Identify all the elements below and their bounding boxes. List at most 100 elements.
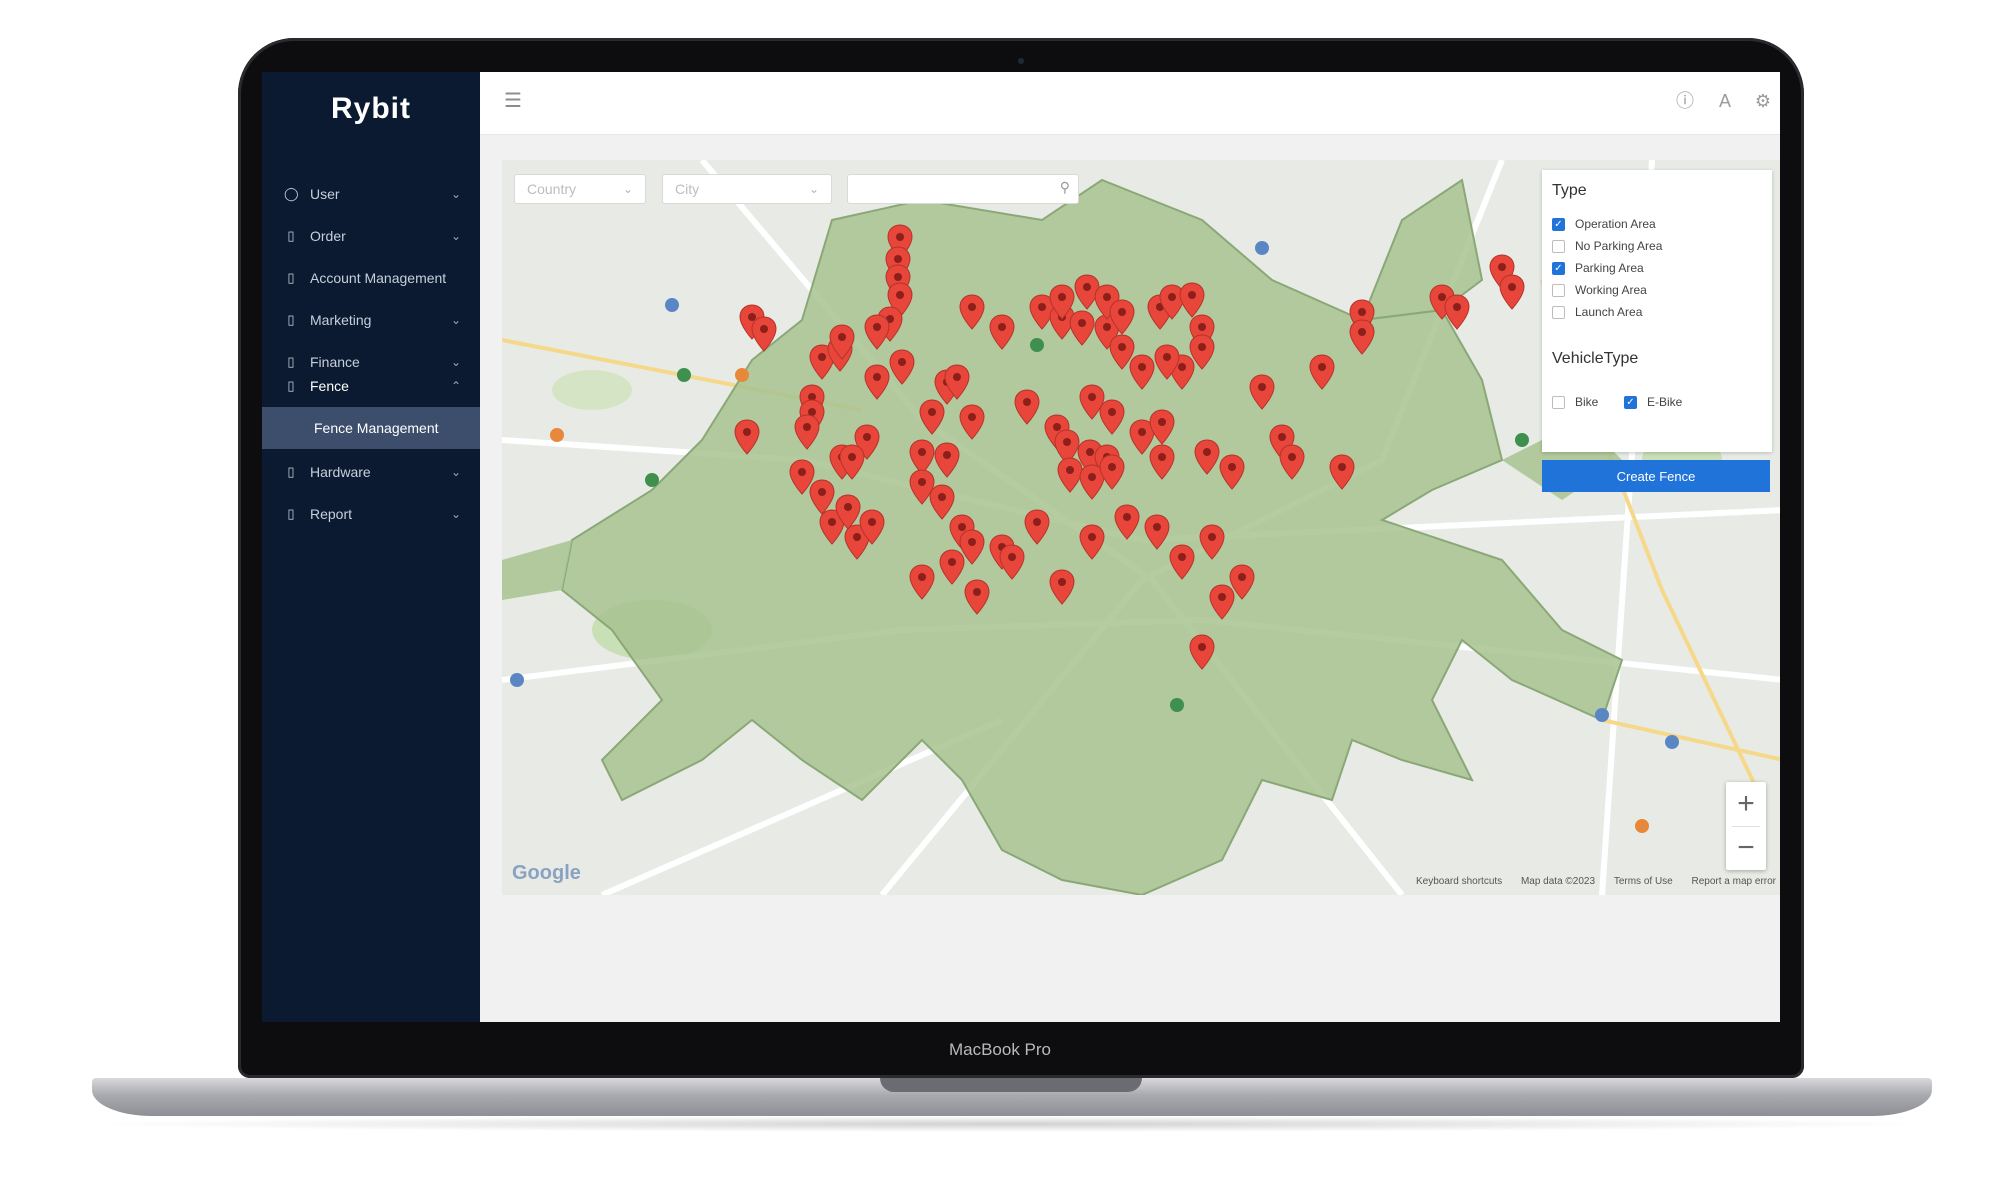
create-fence-button[interactable]: Create Fence bbox=[1542, 460, 1770, 492]
map-marker-icon[interactable] bbox=[959, 294, 985, 330]
map-data-text: Map data ©2023 bbox=[1520, 876, 1596, 887]
report-error-link[interactable]: Report a map error bbox=[1692, 876, 1776, 887]
sidebar-item-hardware[interactable]: ▯ Hardware ⌄ bbox=[262, 452, 480, 492]
font-size-icon[interactable]: A bbox=[1714, 90, 1736, 112]
type-option-parking-area[interactable]: ✓ Parking Area bbox=[1552, 258, 1644, 278]
map-marker-icon[interactable] bbox=[1249, 374, 1275, 410]
zoom-out-button[interactable]: − bbox=[1726, 826, 1766, 870]
map-marker-icon[interactable] bbox=[1179, 282, 1205, 318]
map[interactable]: Country ⌄ City ⌄ ⚲ Type ✓ Operation Area… bbox=[502, 160, 1780, 895]
map-marker-icon[interactable] bbox=[794, 414, 820, 450]
map-marker-icon[interactable] bbox=[964, 579, 990, 615]
map-marker-icon[interactable] bbox=[1194, 439, 1220, 475]
chevron-up-icon: ⌃ bbox=[450, 379, 462, 393]
map-marker-icon[interactable] bbox=[939, 549, 965, 585]
help-icon[interactable]: ⓘ bbox=[1674, 90, 1696, 112]
map-marker-icon[interactable] bbox=[1219, 454, 1245, 490]
checkbox[interactable] bbox=[1552, 305, 1565, 319]
map-marker-icon[interactable] bbox=[1329, 454, 1355, 490]
sidebar-item-fence[interactable]: ▯ Fence ⌃ bbox=[262, 366, 480, 406]
map-marker-icon[interactable] bbox=[919, 399, 945, 435]
content-footer-area bbox=[480, 895, 1780, 1022]
document-icon: ▯ bbox=[287, 378, 295, 393]
zoom-in-button[interactable]: + bbox=[1726, 782, 1766, 826]
map-marker-icon[interactable] bbox=[1499, 274, 1525, 310]
map-marker-icon[interactable] bbox=[734, 419, 760, 455]
zoom-control: + − bbox=[1726, 782, 1766, 870]
checkbox[interactable] bbox=[1552, 395, 1565, 409]
map-marker-icon[interactable] bbox=[1114, 504, 1140, 540]
type-option-no-parking-area[interactable]: No Parking Area bbox=[1552, 236, 1662, 256]
search-input[interactable] bbox=[856, 175, 1050, 205]
map-marker-icon[interactable] bbox=[1049, 284, 1075, 320]
vehicle-option-label: E-Bike bbox=[1647, 395, 1683, 409]
chevron-down-icon: ⌄ bbox=[450, 465, 462, 479]
map-marker-icon[interactable] bbox=[1099, 399, 1125, 435]
map-marker-icon[interactable] bbox=[944, 364, 970, 400]
map-marker-icon[interactable] bbox=[751, 316, 777, 352]
map-marker-icon[interactable] bbox=[999, 544, 1025, 580]
brand-logo: Rybit bbox=[331, 92, 411, 125]
map-marker-icon[interactable] bbox=[1349, 319, 1375, 355]
city-select[interactable]: City ⌄ bbox=[662, 174, 832, 204]
sidebar-item-marketing[interactable]: ▯ Marketing ⌄ bbox=[262, 300, 480, 340]
checkbox[interactable] bbox=[1552, 283, 1565, 297]
sidebar-item-label: Marketing bbox=[310, 312, 372, 328]
menu-toggle-icon[interactable]: ☰ bbox=[504, 90, 526, 112]
map-marker-icon[interactable] bbox=[1014, 389, 1040, 425]
chevron-down-icon: ⌄ bbox=[450, 507, 462, 521]
map-marker-icon[interactable] bbox=[934, 442, 960, 478]
document-icon: ▯ bbox=[287, 228, 295, 243]
checkbox[interactable] bbox=[1552, 239, 1565, 253]
map-marker-icon[interactable] bbox=[1154, 344, 1180, 380]
map-marker-icon[interactable] bbox=[864, 314, 890, 350]
map-marker-icon[interactable] bbox=[829, 324, 855, 360]
search-icon[interactable]: ⚲ bbox=[1060, 179, 1070, 196]
map-marker-icon[interactable] bbox=[1279, 444, 1305, 480]
sidebar-item-user[interactable]: ◯ User ⌄ bbox=[262, 174, 480, 214]
checkbox-checked[interactable]: ✓ bbox=[1552, 261, 1565, 275]
checkbox-checked[interactable]: ✓ bbox=[1624, 395, 1637, 409]
fence-filter-panel: Type ✓ Operation Area No Parking Area ✓ … bbox=[1542, 170, 1772, 452]
type-option-operation-area[interactable]: ✓ Operation Area bbox=[1552, 214, 1656, 234]
vehicle-option-bike[interactable]: Bike bbox=[1552, 392, 1598, 412]
map-marker-icon[interactable] bbox=[1129, 354, 1155, 390]
type-option-label: Operation Area bbox=[1575, 217, 1656, 231]
country-select-placeholder: Country bbox=[527, 181, 577, 197]
map-marker-icon[interactable] bbox=[1199, 524, 1225, 560]
map-marker-icon[interactable] bbox=[1024, 509, 1050, 545]
vehicle-option-e-bike[interactable]: ✓ E-Bike bbox=[1624, 392, 1682, 412]
checkbox-checked[interactable]: ✓ bbox=[1552, 217, 1565, 231]
type-option-launch-area[interactable]: Launch Area bbox=[1552, 302, 1642, 322]
sidebar-item-report[interactable]: ▯ Report ⌄ bbox=[262, 494, 480, 534]
map-marker-icon[interactable] bbox=[989, 314, 1015, 350]
map-marker-icon[interactable] bbox=[1169, 544, 1195, 580]
map-marker-icon[interactable] bbox=[1189, 634, 1215, 670]
map-marker-icon[interactable] bbox=[889, 349, 915, 385]
map-marker-icon[interactable] bbox=[1144, 514, 1170, 550]
city-select-placeholder: City bbox=[675, 181, 700, 197]
map-marker-icon[interactable] bbox=[1109, 299, 1135, 335]
terms-link[interactable]: Terms of Use bbox=[1614, 876, 1673, 887]
sidebar-item-order[interactable]: ▯ Order ⌄ bbox=[262, 216, 480, 256]
settings-icon[interactable]: ⚙ bbox=[1752, 90, 1774, 112]
map-marker-icon[interactable] bbox=[1149, 409, 1175, 445]
map-marker-icon[interactable] bbox=[1309, 354, 1335, 390]
keyboard-shortcuts-link[interactable]: Keyboard shortcuts bbox=[1416, 876, 1502, 887]
map-marker-icon[interactable] bbox=[1444, 294, 1470, 330]
country-select[interactable]: Country ⌄ bbox=[514, 174, 646, 204]
sidebar-subitem-fence-management[interactable]: Fence Management bbox=[262, 407, 480, 449]
map-marker-icon[interactable] bbox=[864, 364, 890, 400]
map-marker-icon[interactable] bbox=[1049, 569, 1075, 605]
map-marker-icon[interactable] bbox=[1209, 584, 1235, 620]
map-marker-icon[interactable] bbox=[859, 509, 885, 545]
map-marker-icon[interactable] bbox=[1149, 444, 1175, 480]
map-marker-icon[interactable] bbox=[959, 404, 985, 440]
sidebar-item-account-management[interactable]: ▯ Account Management bbox=[262, 258, 480, 298]
type-option-working-area[interactable]: Working Area bbox=[1552, 280, 1647, 300]
map-marker-icon[interactable] bbox=[909, 564, 935, 600]
map-marker-icon[interactable] bbox=[839, 444, 865, 480]
sidebar-item-label: Hardware bbox=[310, 464, 371, 480]
map-marker-icon[interactable] bbox=[1099, 454, 1125, 490]
map-marker-icon[interactable] bbox=[1079, 524, 1105, 560]
